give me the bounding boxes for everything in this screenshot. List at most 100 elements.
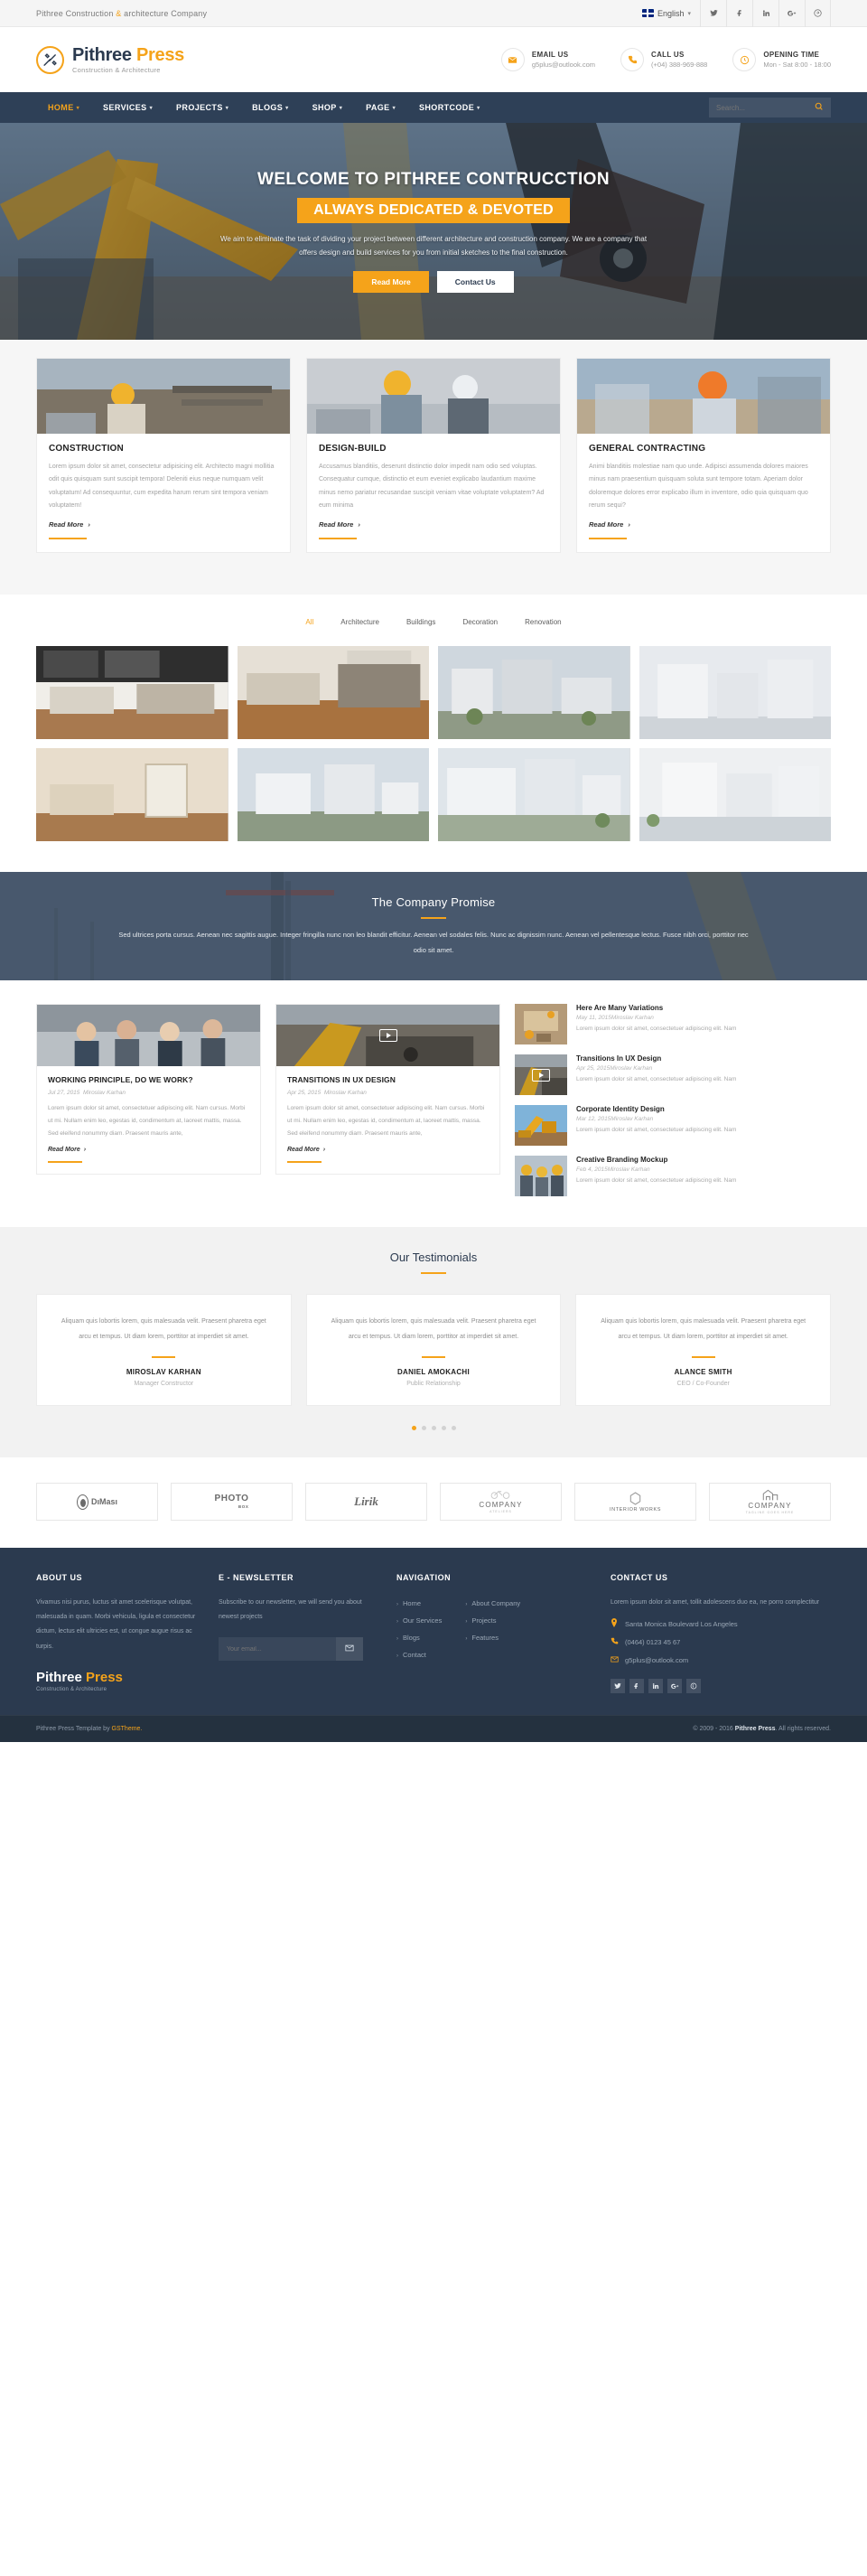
blog-read-more-link[interactable]: Read More ›: [48, 1147, 86, 1153]
language-selector[interactable]: English ▾: [633, 0, 700, 27]
newsletter-submit-button[interactable]: [336, 1637, 363, 1662]
client-logo-lirik[interactable]: Lirik: [305, 1483, 427, 1522]
newsletter-form[interactable]: [219, 1637, 363, 1662]
client-logo-company-building[interactable]: COMPANY TAGLINE GOES HERE: [709, 1483, 831, 1522]
client-logo-company-bike[interactable]: COMPANY ATELIERS: [440, 1483, 562, 1522]
portfolio-item[interactable]: [36, 646, 228, 740]
footer-logo[interactable]: Pithree Press Construction & Architectur…: [36, 1671, 199, 1692]
social-link-linkedin[interactable]: [752, 0, 778, 27]
social-link-google-plus[interactable]: [667, 1679, 682, 1694]
portfolio-item[interactable]: [639, 748, 831, 842]
footer-link-features[interactable]: › Features: [465, 1630, 520, 1647]
footer-link-blogs[interactable]: › Blogs: [396, 1630, 442, 1647]
chevron-down-icon: ▾: [392, 105, 396, 111]
service-read-more-link[interactable]: Read More ›: [319, 520, 360, 529]
news-item[interactable]: Here Are Many Variations May 11, 2015Mir…: [515, 1004, 831, 1045]
social-link-linkedin[interactable]: [648, 1679, 663, 1694]
service-read-more-link[interactable]: Read More ›: [49, 520, 90, 529]
testimonial-role: Manager Constructor: [134, 1381, 194, 1388]
footer-link-about-company[interactable]: › About Company: [465, 1596, 520, 1613]
header-info-phone[interactable]: CALL US (+04) 388-969-888: [620, 48, 707, 71]
logo-tagline: Construction & Architecture: [72, 65, 161, 74]
nav-item-page[interactable]: PAGE ▾: [354, 103, 407, 112]
portfolio-item[interactable]: [237, 646, 429, 740]
pagination-dot[interactable]: [441, 1426, 446, 1431]
portfolio-item[interactable]: [237, 748, 429, 842]
social-link-facebook[interactable]: [726, 0, 752, 27]
magnifier-icon[interactable]: [815, 102, 824, 114]
client-logo-dimasi[interactable]: DıMası: [36, 1483, 158, 1522]
hero-heading: WELCOME TO PITHREE CONTRUCCTION: [257, 169, 610, 189]
service-read-more-link[interactable]: Read More ›: [589, 520, 630, 529]
social-link-pinterest[interactable]: [805, 0, 831, 27]
nav-item-blogs[interactable]: BLOGS ▾: [240, 103, 300, 112]
hero-contact-us-button[interactable]: Contact Us: [436, 271, 514, 294]
play-icon[interactable]: [378, 1029, 397, 1043]
nav-item-projects[interactable]: PROJECTS ▾: [164, 103, 240, 112]
testimonial-quote: Aliquam quis lobortis lorem, quis malesu…: [331, 1318, 536, 1340]
site-footer: ABOUT US Vivamus nisi purus, luctus sit …: [0, 1548, 867, 1716]
portfolio-item[interactable]: [438, 646, 630, 740]
building-icon: [746, 1489, 795, 1503]
promise-paragraph: Sed ultrices porta cursus. Aenean nec sa…: [118, 930, 749, 954]
footer-heading: NAVIGATION: [396, 1573, 452, 1583]
footer-link-contact[interactable]: › Contact: [396, 1647, 442, 1664]
service-card[interactable]: GENERAL CONTRACTING Animi blanditiis mol…: [576, 358, 831, 554]
portfolio-filter-all[interactable]: All: [305, 618, 313, 626]
search-box[interactable]: [709, 98, 831, 117]
accent-rule: [287, 1161, 322, 1164]
nav-item-shortcode[interactable]: SHORTCODE ▾: [407, 103, 492, 112]
news-item[interactable]: Creative Branding Mockup Feb 4, 2015Miro…: [515, 1156, 831, 1197]
pagination-dot[interactable]: [421, 1426, 426, 1431]
social-link-twitter[interactable]: [611, 1679, 625, 1694]
service-card[interactable]: CONSTRUCTION Lorem ipsum dolor sit amet,…: [36, 358, 291, 554]
portfolio-filter-decoration[interactable]: Decoration: [462, 618, 498, 626]
social-link-twitter[interactable]: [700, 0, 726, 27]
nav-item-shop[interactable]: SHOP ▾: [301, 103, 355, 112]
blog-read-more-link[interactable]: Read More ›: [287, 1147, 325, 1153]
service-card[interactable]: DESIGN-BUILD Accusamus blanditiis, deser…: [306, 358, 561, 554]
search-input[interactable]: [716, 103, 806, 112]
client-logo-interior-works[interactable]: INTERIOR WORKS: [574, 1483, 696, 1522]
pagination-dot[interactable]: [451, 1426, 456, 1431]
social-link-google-plus[interactable]: [778, 0, 805, 27]
portfolio-filters: All Architecture Buildings Decoration Re…: [36, 618, 831, 626]
portfolio-filter-renovation[interactable]: Renovation: [525, 618, 561, 626]
portfolio-item[interactable]: [36, 748, 228, 842]
header-info-hours[interactable]: OPENING TIME Mon - Sat 8:00 - 18:00: [732, 48, 831, 71]
blog-card[interactable]: TRANSITIONS IN UX DESIGN Apr 25, 2015 Mi…: [275, 1004, 500, 1176]
nav-item-services[interactable]: SERVICES ▾: [91, 103, 164, 112]
portfolio-filter-buildings[interactable]: Buildings: [406, 618, 435, 626]
social-link-facebook[interactable]: [629, 1679, 644, 1694]
footer-column-about: ABOUT US Vivamus nisi purus, luctus sit …: [36, 1573, 199, 1693]
footer-link-home[interactable]: › Home: [396, 1596, 442, 1613]
chevron-down-icon: ▾: [149, 105, 154, 111]
service-title: GENERAL CONTRACTING: [589, 444, 706, 454]
footer-link-our-services[interactable]: › Our Services: [396, 1613, 442, 1630]
bicycle-icon: [479, 1489, 522, 1502]
client-logo-photobox[interactable]: PHOTO BOX: [171, 1483, 293, 1522]
client-logo-label: DıMası: [90, 1497, 117, 1507]
news-item[interactable]: Corporate Identity Design Mar 12, 2015Mi…: [515, 1105, 831, 1147]
pagination-dot[interactable]: [431, 1426, 436, 1431]
header-info-email[interactable]: EMAIL US g5plus@outlook.com: [500, 48, 595, 71]
portfolio-filter-architecture[interactable]: Architecture: [340, 618, 379, 626]
portfolio-item[interactable]: [639, 646, 831, 740]
hero-read-more-button[interactable]: Read More: [353, 271, 429, 294]
portfolio-item[interactable]: [438, 748, 630, 842]
nav-item-home[interactable]: HOME ▾: [36, 103, 91, 112]
footer-link-projects[interactable]: › Projects: [465, 1613, 520, 1630]
gstheme-link[interactable]: GSTheme.: [112, 1726, 143, 1732]
blog-meta: Apr 25, 2015 Miroslav Karhan: [287, 1090, 367, 1097]
footer-heading: ABOUT US: [36, 1573, 82, 1583]
play-icon[interactable]: [532, 1068, 550, 1082]
logo[interactable]: Pithree Press Construction & Architectur…: [36, 45, 184, 74]
blog-card[interactable]: WORKING PRINCIPLE, DO WE WORK? Jul 27, 2…: [36, 1004, 261, 1176]
newsletter-email-input[interactable]: [219, 1637, 336, 1662]
client-logo-label: INTERIOR WORKS: [610, 1506, 661, 1513]
pagination-dot[interactable]: [411, 1426, 416, 1431]
client-logo-label: COMPANY: [479, 1501, 523, 1510]
social-link-pinterest[interactable]: [686, 1679, 701, 1694]
chevron-right-icon: ›: [465, 1635, 468, 1642]
news-item[interactable]: Transitions In UX Design Apr 25, 2015Mir…: [515, 1054, 831, 1096]
